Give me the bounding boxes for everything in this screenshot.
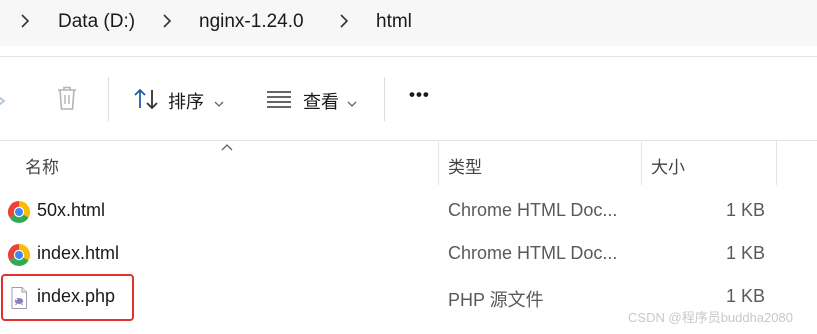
file-size: 1 KB [725,243,765,263]
file-type: Chrome HTML Doc... [448,200,618,220]
view-list-icon[interactable] [266,90,292,113]
sort-button-label[interactable]: 排序 [168,88,204,114]
breadcrumb-item-drive[interactable]: Data (D:) [58,11,135,33]
view-button-label[interactable]: 查看 [303,88,339,114]
chevron-right-icon[interactable] [18,13,32,29]
chevron-down-icon[interactable] [214,95,224,113]
chevron-down-icon[interactable] [347,95,357,113]
column-name[interactable]: 名称 [25,153,59,178]
column-divider[interactable] [776,141,777,185]
share-icon[interactable] [0,87,12,116]
file-row[interactable]: 50x.html Chrome HTML Doc... 1 KB [0,190,817,233]
command-toolbar: 排序 查看 ••• [0,57,817,141]
column-divider[interactable] [438,141,439,185]
file-row[interactable]: index.html Chrome HTML Doc... 1 KB [0,233,817,276]
chrome-icon [7,200,31,224]
highlight-annotation [1,274,134,321]
column-header: 名称 类型 大小 [0,141,817,185]
chevron-right-icon[interactable] [337,13,351,29]
delete-icon[interactable] [55,85,79,116]
breadcrumb-item-current[interactable]: html [376,11,412,33]
toolbar-divider [108,77,109,121]
sort-icon[interactable] [133,87,159,116]
sort-ascending-icon [220,139,234,157]
file-name: 50x.html [37,200,106,220]
column-divider[interactable] [641,141,642,185]
file-size: 1 KB [725,286,765,306]
chevron-right-icon[interactable] [160,13,174,29]
column-type[interactable]: 类型 [448,153,482,178]
column-size[interactable]: 大小 [651,153,685,178]
toolbar-divider [384,77,385,121]
more-options-button[interactable]: ••• [409,85,430,105]
file-type: Chrome HTML Doc... [448,243,618,263]
file-name: index.html [37,243,120,263]
watermark: CSDN @程序员buddha2080 [628,310,793,325]
breadcrumb: Data (D:) nginx-1.24.0 html [0,0,817,46]
file-size: 1 KB [725,200,765,220]
file-type: PHP 源文件 [448,290,544,310]
chrome-icon [7,243,31,267]
breadcrumb-item-folder[interactable]: nginx-1.24.0 [199,11,304,33]
